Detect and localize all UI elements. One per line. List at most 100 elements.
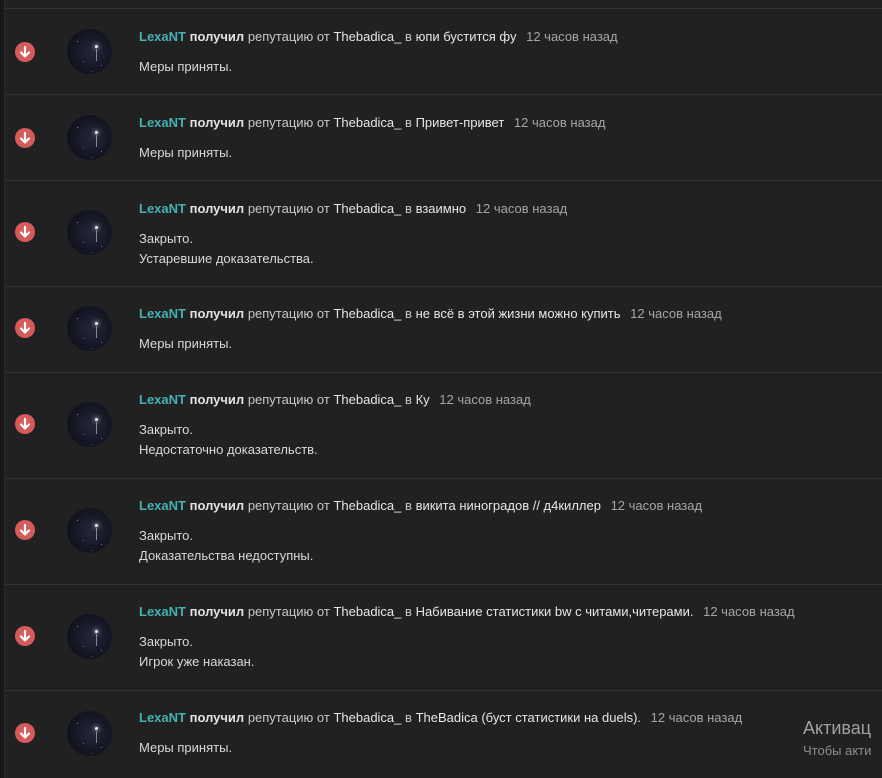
user-avatar[interactable] bbox=[67, 402, 112, 447]
comment-line: Игрок уже наказан. bbox=[139, 654, 255, 669]
username-link[interactable]: LexaNT bbox=[139, 115, 186, 130]
thread-link[interactable]: викита ниноградов // д4киллер bbox=[416, 498, 601, 513]
user-avatar[interactable] bbox=[67, 306, 112, 351]
arrow-down-circle-icon bbox=[15, 318, 35, 338]
reputation-item: LexaNT получил репутацию от Thebadica_ в… bbox=[5, 478, 882, 584]
windows-activation-watermark: Активац Чтобы акти bbox=[803, 716, 871, 760]
comment-line: Меры приняты. bbox=[139, 145, 233, 160]
arrow-down-circle-icon bbox=[15, 626, 35, 646]
reputation-item: LexaNT получил репутацию от Thebadica_ в… bbox=[5, 8, 882, 94]
timestamp: 12 часов назад bbox=[703, 604, 795, 619]
in-text: в bbox=[405, 29, 412, 44]
timestamp: 12 часов назад bbox=[650, 710, 743, 725]
username-link[interactable]: LexaNT bbox=[139, 604, 186, 619]
timestamp: 12 часов назад bbox=[513, 115, 606, 130]
giver-link[interactable]: Thebadica_ bbox=[333, 115, 401, 130]
comment-text: Меры приняты. bbox=[139, 738, 232, 758]
action-text: репутацию от bbox=[247, 710, 330, 725]
comment-line: Закрыто. bbox=[139, 634, 193, 649]
action-text: репутацию от bbox=[247, 392, 330, 407]
item-header: LexaNT получил репутацию от Thebadica_ в… bbox=[139, 114, 605, 132]
item-header: LexaNT получил репутацию от Thebadica_ в… bbox=[139, 603, 795, 621]
giver-link[interactable]: Thebadica_ bbox=[333, 710, 401, 725]
comment-line: Устаревшие доказательства. bbox=[139, 251, 314, 266]
reputation-item: LexaNT получил репутацию от Thebadica_ в… bbox=[5, 584, 882, 690]
arrow-down-circle-icon bbox=[15, 723, 35, 743]
giver-link[interactable]: Thebadica_ bbox=[333, 604, 401, 619]
item-header: LexaNT получил репутацию от Thebadica_ в… bbox=[139, 28, 618, 46]
verb-text: получил bbox=[189, 392, 245, 407]
comment-line: Закрыто. bbox=[139, 528, 193, 543]
item-header: LexaNT получил репутацию от Thebadica_ в… bbox=[139, 305, 722, 323]
reputation-item: LexaNT получил репутацию от Thebadica_ в… bbox=[5, 690, 882, 778]
comment-line: Меры приняты. bbox=[139, 59, 233, 74]
comment-line: Меры приняты. bbox=[139, 740, 233, 755]
verb-text: получил bbox=[189, 201, 245, 216]
reputation-item: LexaNT получил репутацию от Thebadica_ в… bbox=[5, 94, 882, 180]
verb-text: получил bbox=[189, 498, 245, 513]
comment-text: Меры приняты. bbox=[139, 334, 232, 354]
in-text: в bbox=[405, 201, 412, 216]
user-avatar[interactable] bbox=[67, 210, 112, 255]
giver-link[interactable]: Thebadica_ bbox=[333, 306, 401, 321]
thread-link[interactable]: Набивание статистики bw с читами,читерам… bbox=[416, 604, 694, 619]
user-avatar[interactable] bbox=[67, 711, 112, 756]
thread-link[interactable]: юпи бустится фу bbox=[416, 29, 517, 44]
thread-link[interactable]: взаимно bbox=[416, 201, 467, 216]
timestamp: 12 часов назад bbox=[439, 392, 531, 407]
user-avatar[interactable] bbox=[67, 508, 112, 553]
comment-text: Меры приняты. bbox=[139, 143, 232, 163]
comment-line: Меры приняты. bbox=[139, 336, 233, 351]
username-link[interactable]: LexaNT bbox=[139, 710, 186, 725]
arrow-down-circle-icon bbox=[15, 414, 35, 434]
username-link[interactable]: LexaNT bbox=[139, 201, 186, 216]
username-link[interactable]: LexaNT bbox=[139, 498, 186, 513]
reputation-item: LexaNT получил репутацию от Thebadica_ в… bbox=[5, 372, 882, 478]
in-text: в bbox=[405, 498, 412, 513]
timestamp: 12 часов назад bbox=[526, 29, 618, 44]
thread-link[interactable]: Ку bbox=[416, 392, 430, 407]
giver-link[interactable]: Thebadica_ bbox=[333, 392, 401, 407]
verb-text: получил bbox=[189, 306, 245, 321]
in-text: в bbox=[405, 604, 412, 619]
comment-line: Недостаточно доказательств. bbox=[139, 442, 318, 457]
item-header: LexaNT получил репутацию от Thebadica_ в… bbox=[139, 200, 567, 218]
action-text: репутацию от bbox=[247, 201, 330, 216]
verb-text: получил bbox=[189, 29, 245, 44]
user-avatar[interactable] bbox=[67, 29, 112, 74]
item-header: LexaNT получил репутацию от Thebadica_ в… bbox=[139, 391, 531, 409]
verb-text: получил bbox=[189, 115, 245, 130]
watermark-title: Активац bbox=[803, 718, 872, 738]
arrow-down-circle-icon bbox=[15, 520, 35, 540]
in-text: в bbox=[405, 306, 412, 321]
action-text: репутацию от bbox=[247, 604, 330, 619]
comment-text: Закрыто. Доказательства недоступны. bbox=[139, 526, 313, 566]
reputation-feed: LexaNT получил репутацию от Thebadica_ в… bbox=[4, 0, 882, 778]
verb-text: получил bbox=[189, 710, 245, 725]
verb-text: получил bbox=[189, 604, 245, 619]
arrow-down-circle-icon bbox=[15, 128, 35, 148]
comment-line: Доказательства недоступны. bbox=[139, 548, 314, 563]
username-link[interactable]: LexaNT bbox=[139, 306, 186, 321]
giver-link[interactable]: Thebadica_ bbox=[333, 201, 401, 216]
arrow-down-circle-icon bbox=[15, 222, 35, 242]
comment-line: Закрыто. bbox=[139, 231, 193, 246]
user-avatar[interactable] bbox=[67, 614, 112, 659]
thread-link[interactable]: TheBadica (буст статистики на duels). bbox=[416, 710, 641, 725]
giver-link[interactable]: Thebadica_ bbox=[333, 29, 401, 44]
thread-link[interactable]: не всё в этой жизни можно купить bbox=[416, 306, 621, 321]
thread-link[interactable]: Привет-привет bbox=[416, 115, 505, 130]
username-link[interactable]: LexaNT bbox=[139, 392, 186, 407]
giver-link[interactable]: Thebadica_ bbox=[333, 498, 401, 513]
in-text: в bbox=[405, 392, 412, 407]
comment-line: Закрыто. bbox=[139, 422, 193, 437]
username-link[interactable]: LexaNT bbox=[139, 29, 186, 44]
watermark-subtitle: Чтобы акти bbox=[803, 743, 872, 758]
action-text: репутацию от bbox=[247, 29, 330, 44]
user-avatar[interactable] bbox=[67, 115, 112, 160]
arrow-down-circle-icon bbox=[15, 42, 35, 62]
item-header: LexaNT получил репутацию от Thebadica_ в… bbox=[139, 497, 702, 515]
comment-text: Меры приняты. bbox=[139, 57, 232, 77]
timestamp: 12 часов назад bbox=[630, 306, 722, 321]
reputation-item: LexaNT получил репутацию от Thebadica_ в… bbox=[5, 286, 882, 372]
